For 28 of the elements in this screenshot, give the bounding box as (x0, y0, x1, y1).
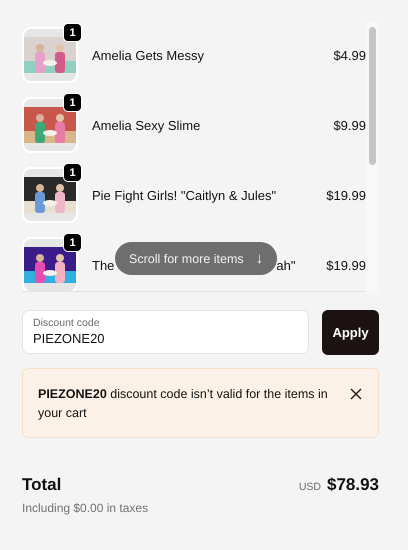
taxes-note: Including $0.00 in taxes (22, 501, 150, 515)
product-price: $9.99 (333, 118, 366, 132)
product-price: $19.99 (326, 258, 366, 272)
product-price: $19.99 (326, 188, 366, 202)
product-title: Pie Fight Girls! "Caitlyn & Jules" (92, 188, 276, 202)
scrollbar-track[interactable] (366, 22, 378, 292)
apply-button[interactable]: Apply (322, 310, 379, 355)
total-amount: $78.93 (327, 475, 379, 495)
product-title: ah" (276, 258, 296, 272)
quantity-badge: 1 (63, 93, 82, 112)
down-arrow-icon: ↓ (256, 250, 264, 267)
discount-code-field[interactable]: Discount code PIEZONE20 (22, 310, 309, 354)
product-title: Amelia Sexy Slime (92, 118, 200, 132)
field-label: Discount code (33, 317, 101, 329)
currency-code: USD (298, 481, 321, 493)
quantity-badge: 1 (63, 163, 82, 182)
scrollbar-thumb[interactable] (369, 27, 376, 165)
close-icon[interactable] (348, 386, 364, 402)
total-label: Total (22, 475, 62, 495)
product-price: $4.99 (333, 48, 366, 62)
product-title: Amelia Gets Messy (92, 48, 204, 62)
product-title: The (92, 258, 114, 272)
scroll-hint-pill[interactable]: Scroll for more items ↓ (115, 242, 278, 275)
quantity-badge: 1 (63, 233, 82, 252)
scroll-hint-label: Scroll for more items (129, 252, 244, 266)
quantity-badge: 1 (63, 23, 82, 42)
alert-message: PIEZONE20 discount code isn’t valid for the items in your cart (38, 386, 329, 422)
discount-code-input[interactable]: PIEZONE20 (33, 331, 298, 346)
